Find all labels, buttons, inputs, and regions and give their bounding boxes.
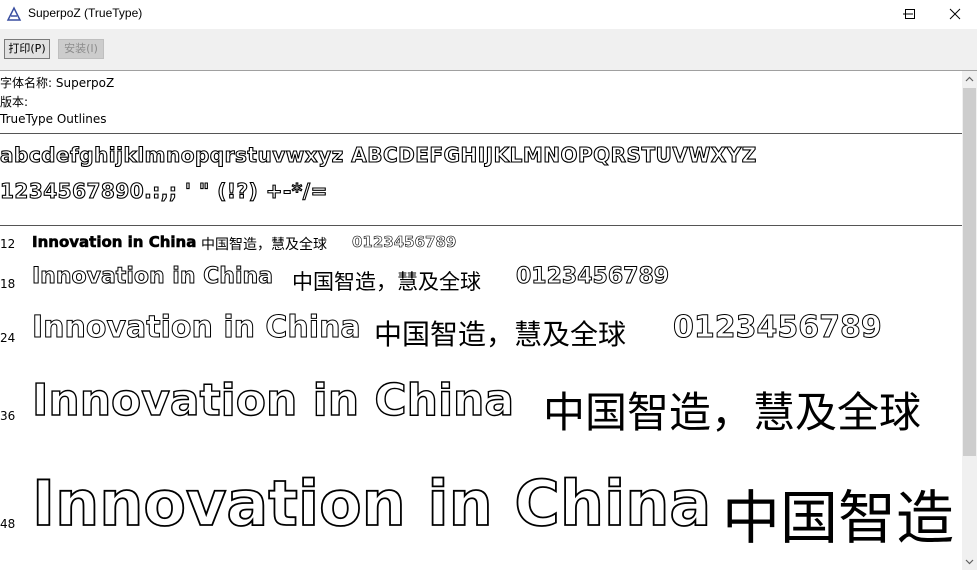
font-name-label: 字体名称: SuperpoZ bbox=[0, 76, 115, 90]
sample-latin-text: Innovation in China bbox=[31, 374, 515, 426]
version-label: 版本: bbox=[0, 95, 29, 109]
title-bar: SuperpoZ (TrueType) bbox=[0, 0, 977, 29]
sample-row-36: 36 Innovation in China 中国智造，慧及全球 bbox=[0, 369, 962, 439]
close-icon bbox=[949, 8, 961, 20]
sample-cjk-text: 中国智造 bbox=[722, 484, 955, 552]
sample-latin-text: Innovation in China bbox=[31, 264, 274, 290]
sample-cjk-text: 中国智造，慧及全球 bbox=[543, 388, 922, 437]
close-button[interactable] bbox=[932, 0, 977, 29]
sample-digits-text: 0123456789 bbox=[352, 233, 457, 252]
install-button[interactable]: 安装(I) bbox=[58, 39, 104, 59]
maximize-button[interactable] bbox=[886, 0, 932, 29]
font-preview-area: 字体名称: SuperpoZ 版本: TrueType Outlines abc… bbox=[0, 71, 962, 570]
sample-cjk-text: 中国智造，慧及全球 bbox=[201, 237, 327, 253]
sample-row-18: 18 Innovation in China 中国智造，慧及全球 0123456… bbox=[0, 261, 962, 297]
size-label: 48 bbox=[0, 517, 16, 531]
separator bbox=[0, 225, 962, 226]
size-label: 24 bbox=[0, 331, 16, 345]
chevron-down-icon bbox=[965, 559, 974, 565]
chevron-up-icon bbox=[965, 76, 974, 82]
sample-latin-text: Innovation in China bbox=[31, 466, 712, 541]
scroll-down-button[interactable] bbox=[962, 553, 977, 570]
scroll-up-button[interactable] bbox=[962, 71, 977, 88]
size-label: 12 bbox=[0, 237, 16, 251]
sample-row-48: 48 Innovation in China 中国智造 bbox=[0, 457, 962, 557]
sample-row-24: 24 Innovation in China 中国智造，慧及全球 0123456… bbox=[0, 307, 962, 353]
sample-digits-text: 0123456789 bbox=[673, 310, 883, 346]
charset-digits-symbols: 1234567890.:,; ' " (!?) +-*/= bbox=[0, 178, 328, 203]
size-label: 36 bbox=[0, 409, 16, 423]
sample-latin-text: Innovation in China bbox=[32, 310, 362, 346]
vertical-scrollbar[interactable] bbox=[962, 71, 977, 570]
print-button[interactable]: 打印(P) bbox=[4, 39, 50, 59]
font-app-icon bbox=[6, 6, 22, 21]
window-title: SuperpoZ (TrueType) bbox=[28, 6, 143, 20]
scroll-thumb[interactable] bbox=[963, 88, 976, 456]
outline-type-label: TrueType Outlines bbox=[0, 112, 107, 126]
sample-cjk-text: 中国智造，慧及全球 bbox=[374, 318, 627, 351]
separator bbox=[0, 133, 962, 134]
sample-row-12: 12 Innovation in China 中国智造，慧及全球 0123456… bbox=[0, 231, 962, 255]
maximize-icon bbox=[905, 9, 915, 19]
sample-digits-text: 0123456789 bbox=[515, 264, 670, 290]
sample-latin-text: Innovation in China bbox=[32, 233, 197, 252]
size-label: 18 bbox=[0, 277, 16, 291]
sample-cjk-text: 中国智造，慧及全球 bbox=[292, 270, 481, 294]
toolbar: 打印(P) 安装(I) bbox=[0, 29, 977, 71]
charset-letters: abcdefghijklmnopqrstuvwxyz ABCDEFGHIJKLM… bbox=[0, 142, 757, 167]
